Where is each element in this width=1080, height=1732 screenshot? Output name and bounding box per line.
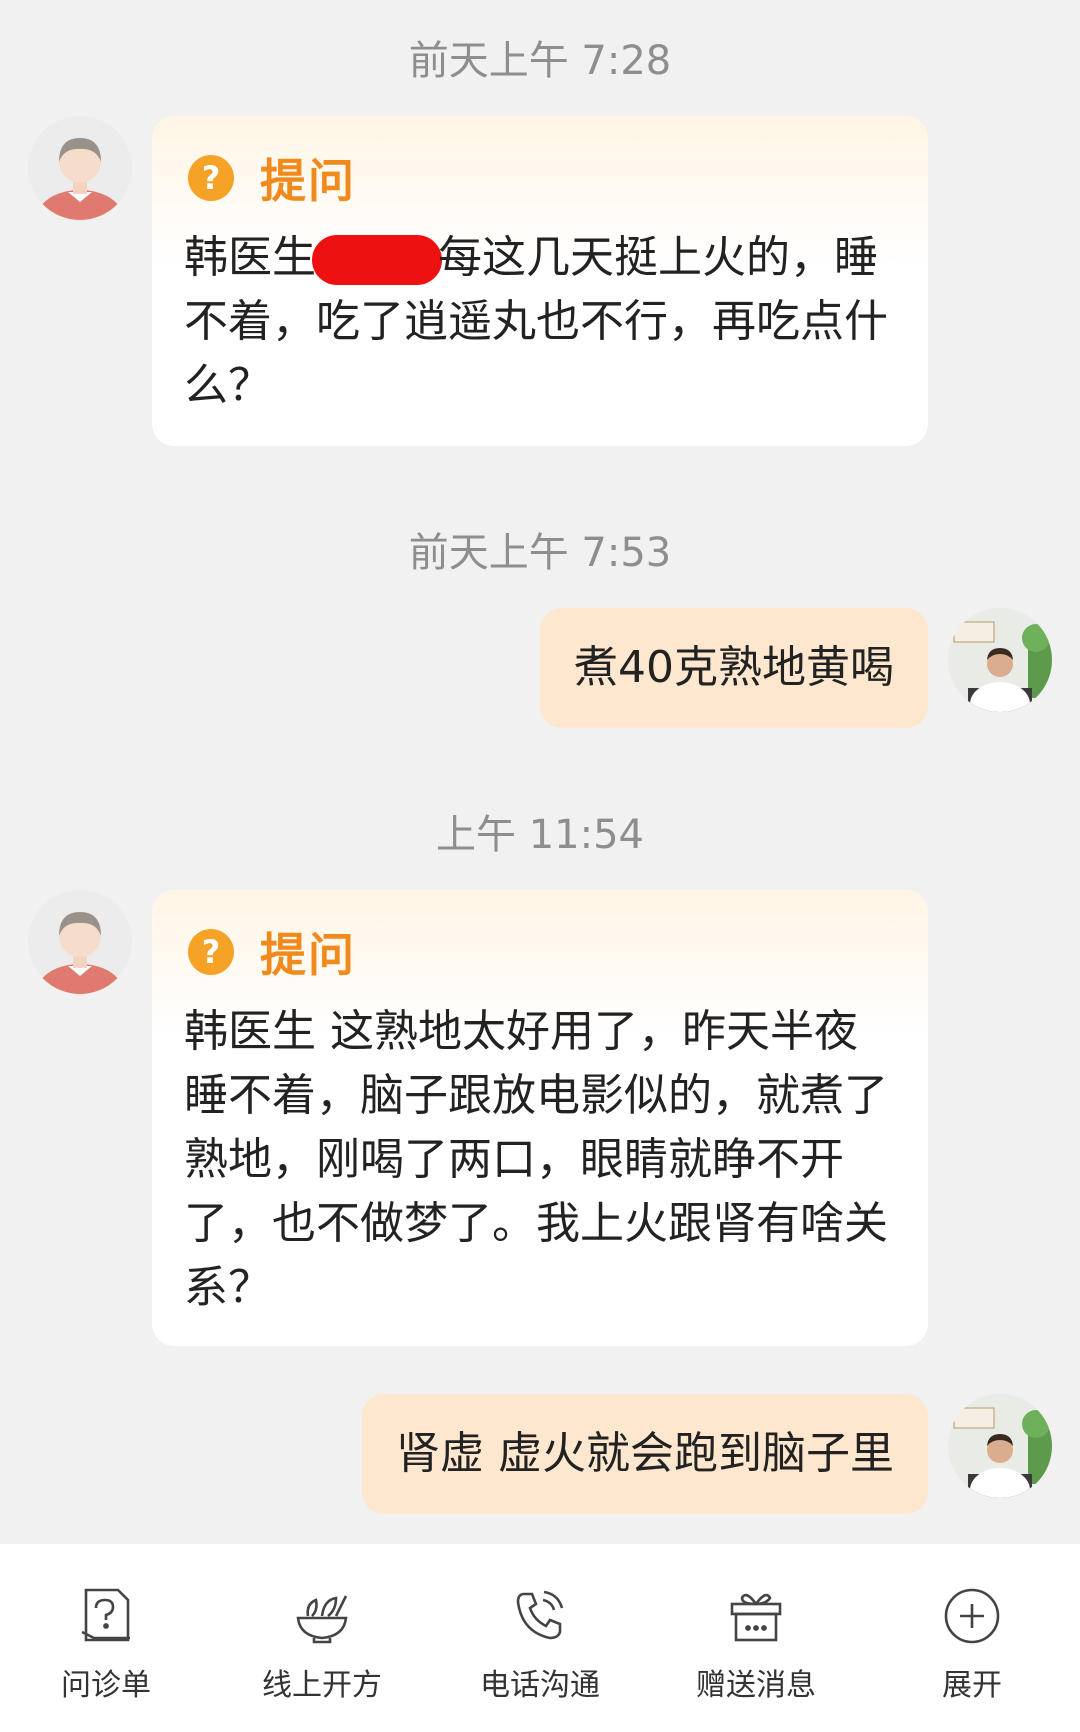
toolbar-label: 赠送消息 [696,1668,816,1703]
toolbar-label: 线上开方 [262,1668,382,1703]
toolbar-item-prescription[interactable]: 线上开方 [222,1584,422,1704]
toolbar-item-expand[interactable]: 展开 [872,1584,1072,1704]
question-mark-icon: ? [188,155,234,201]
question-title: 提问 [260,154,356,208]
timestamp: 前天上午 7:28 [408,38,672,84]
gift-icon [656,1584,856,1648]
toolbar-item-phone[interactable]: 电话沟通 [440,1584,640,1704]
question-text: 韩医生 每这几天挺上火的，睡不着，吃了逍遥丸也不行，再吃点什么？ [184,232,888,411]
question-card: ? 提问 韩医生 这熟地太好用了，昨天半夜睡不着，脑子跟放电影似的，就煮了熟地，… [152,890,928,1346]
answer-bubble: 煮40克熟地黄喝 [540,608,928,728]
timestamp: 前天上午 7:53 [408,530,672,576]
question-title: 提问 [260,928,356,982]
phone-icon [440,1584,640,1648]
question-card: ? 提问 韩医生 每这几天挺上火的，睡不着，吃了逍遥丸也不行，再吃点什么？ [152,116,928,446]
timestamp: 上午 11:54 [436,812,644,858]
plus-circle-icon [872,1584,1072,1648]
patient-avatar[interactable] [28,116,132,220]
redaction-mark [312,235,442,285]
toolbar-label: 展开 [942,1668,1002,1703]
herb-bowl-icon [222,1584,422,1648]
question-mark-icon: ? [188,929,234,975]
answer-bubble: 肾虚 虚火就会跑到脑子里 [362,1394,928,1514]
toolbar-item-gift[interactable]: 赠送消息 [656,1584,856,1704]
question-text: 韩医生 这熟地太好用了，昨天半夜睡不着，脑子跟放电影似的，就煮了熟地，刚喝了两口… [184,1006,888,1313]
bottom-toolbar: 问诊单 线上开方 电话沟通 赠送消息 展开 [0,1544,1080,1732]
form-icon [6,1584,206,1648]
doctor-avatar[interactable] [948,1394,1052,1498]
toolbar-label: 问诊单 [61,1668,151,1703]
toolbar-item-form[interactable]: 问诊单 [6,1584,206,1704]
patient-avatar[interactable] [28,890,132,994]
doctor-avatar[interactable] [948,608,1052,712]
toolbar-label: 电话沟通 [480,1668,600,1703]
